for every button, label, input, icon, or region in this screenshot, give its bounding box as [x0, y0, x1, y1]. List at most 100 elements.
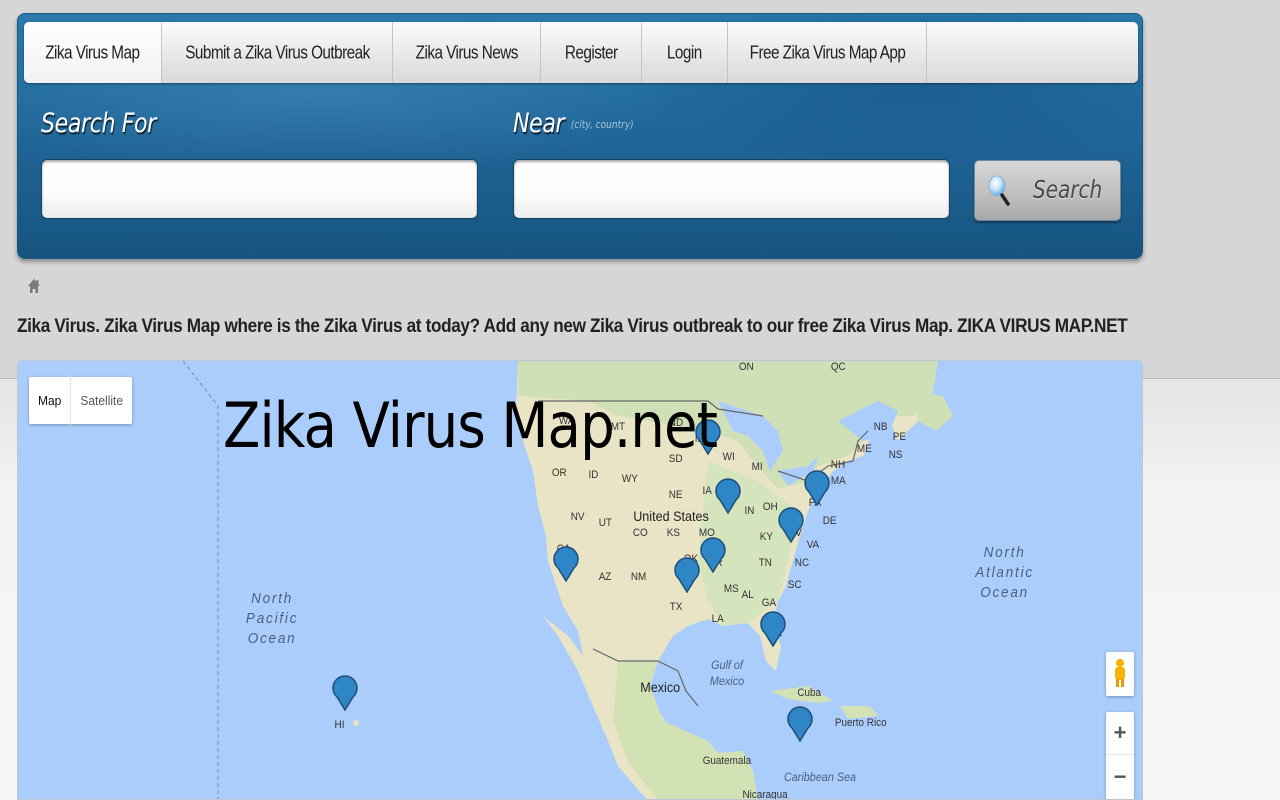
map-label-region: WA: [558, 415, 575, 427]
marker-pin-icon: [804, 470, 830, 507]
header-panel: Zika Virus Map Submit a Zika Virus Outbr…: [17, 13, 1143, 259]
map-label-country: United States: [633, 508, 709, 524]
map-label-region: MT: [610, 421, 626, 433]
map-label-region: OH: [762, 501, 778, 513]
street-view-pegman[interactable]: [1106, 652, 1134, 696]
map-label-region: ON: [738, 361, 754, 373]
near-hint: (city, country): [570, 118, 634, 131]
map-marker[interactable]: [332, 673, 358, 712]
near-label: Near: [513, 108, 565, 139]
map-label-region: NV: [570, 511, 585, 523]
marker-pin-icon: [760, 611, 786, 648]
map-type-satellite-button[interactable]: Satellite: [71, 376, 132, 425]
map-label-region: MS: [723, 583, 739, 595]
land-hawaii: [353, 720, 359, 726]
map-label-region: IA: [702, 485, 712, 497]
map-label-ocean: North Atlantic Ocean: [975, 544, 1034, 601]
map-label-region: NC: [794, 557, 810, 569]
map-label-region: NM: [630, 571, 647, 583]
search-button[interactable]: Search: [974, 160, 1121, 221]
marker-pin-icon: [332, 675, 358, 712]
map-label-ocean: North Pacific Ocean: [245, 590, 299, 647]
near-label-group: Near (city, country): [513, 108, 634, 139]
map-label-region: MA: [830, 475, 846, 487]
map-label-region: SD: [668, 453, 683, 465]
nav-submit-outbreak[interactable]: Submit a Zika Virus Outbreak: [162, 22, 393, 83]
nav-zika-virus-news[interactable]: Zika Virus News: [393, 22, 541, 83]
map-label-region: PE: [892, 431, 906, 443]
intro-text: Zika Virus. Zika Virus Map where is the …: [17, 316, 1128, 337]
nav-label: Login: [667, 41, 702, 63]
map-land-layer: [182, 361, 953, 799]
map-type-map-button[interactable]: Map: [29, 375, 72, 426]
map-marker[interactable]: [804, 468, 830, 507]
map-label-region: DE: [822, 515, 837, 527]
map-label-region: WI: [722, 451, 735, 463]
marker-pin-icon: [787, 706, 813, 743]
map-label-region: IN: [744, 505, 755, 517]
map-label-region: TN: [758, 557, 772, 569]
map-label-region: HI: [334, 719, 345, 731]
map-label-region: KY: [759, 531, 773, 543]
map-label-country: Puerto Rico: [834, 717, 887, 729]
marker-pin-icon: [674, 557, 700, 594]
magnifier-icon: [988, 175, 1010, 206]
map-label-region: NS: [888, 449, 903, 461]
near-input[interactable]: [513, 159, 950, 219]
nav-label: Submit a Zika Virus Outbreak: [184, 41, 370, 63]
map-label-sea: Caribbean Sea: [784, 770, 857, 784]
nav-free-app[interactable]: Free Zika Virus Map App: [728, 22, 927, 83]
map-label-region: ND: [668, 417, 684, 429]
nav-register[interactable]: Register: [541, 22, 642, 83]
nav-login[interactable]: Login: [642, 22, 728, 83]
map-label-region: AZ: [598, 571, 612, 583]
map-label-region: MI: [751, 461, 763, 473]
map-marker[interactable]: [715, 476, 741, 515]
search-for-input[interactable]: [41, 159, 478, 219]
map-label-region: NE: [668, 489, 683, 501]
zoom-control: + −: [1106, 712, 1134, 799]
map-marker[interactable]: [787, 704, 813, 743]
marker-pin-icon: [695, 419, 721, 456]
map-label-region: NB: [873, 421, 888, 433]
map-marker[interactable]: [778, 505, 804, 544]
map-label-region: WY: [621, 473, 638, 485]
map-marker[interactable]: [553, 544, 579, 583]
zoom-out-button[interactable]: −: [1106, 755, 1134, 798]
marker-pin-icon: [700, 537, 726, 574]
date-line: [182, 361, 219, 799]
nav-label: Zika Virus News: [415, 41, 518, 63]
map-label-region: TX: [669, 601, 683, 613]
map-label-region: AL: [741, 589, 754, 601]
map-marker[interactable]: [695, 417, 721, 456]
map-label-region: SC: [787, 579, 802, 591]
nav-label: Register: [564, 41, 618, 63]
map-type-control: Map Satellite: [29, 375, 133, 426]
home-icon[interactable]: [27, 278, 41, 294]
map-label-region: QC: [830, 361, 846, 373]
marker-pin-icon: [715, 478, 741, 515]
map-marker[interactable]: [760, 609, 786, 648]
map-label-region: VA: [806, 539, 820, 551]
nav-label: Free Zika Virus Map App: [749, 41, 905, 63]
map-canvas[interactable]: ON QC NB PE NS ME NH MA WA MT ND SD MN W…: [17, 360, 1143, 800]
map-label-region: ID: [588, 469, 599, 481]
marker-pin-icon: [553, 546, 579, 583]
marker-pin-icon: [778, 507, 804, 544]
map-label-region: GA: [761, 597, 777, 609]
nav-zika-virus-map[interactable]: Zika Virus Map: [24, 22, 162, 83]
map-label-sea: Gulf of Mexico: [709, 658, 745, 688]
land-newfoundland: [913, 391, 953, 431]
nav-label: Zika Virus Map: [45, 41, 140, 63]
map-label-country: Guatemala: [702, 755, 752, 767]
zoom-in-button[interactable]: +: [1106, 712, 1134, 755]
map-label-region: UT: [598, 517, 612, 529]
map-label-region: LA: [711, 613, 724, 625]
map-label-region: KS: [666, 527, 680, 539]
pegman-icon: [1115, 659, 1125, 687]
map-marker[interactable]: [700, 535, 726, 574]
map-label-region: CO: [632, 527, 648, 539]
map-marker[interactable]: [674, 555, 700, 594]
map-label-country: Nicaragua: [742, 789, 788, 800]
